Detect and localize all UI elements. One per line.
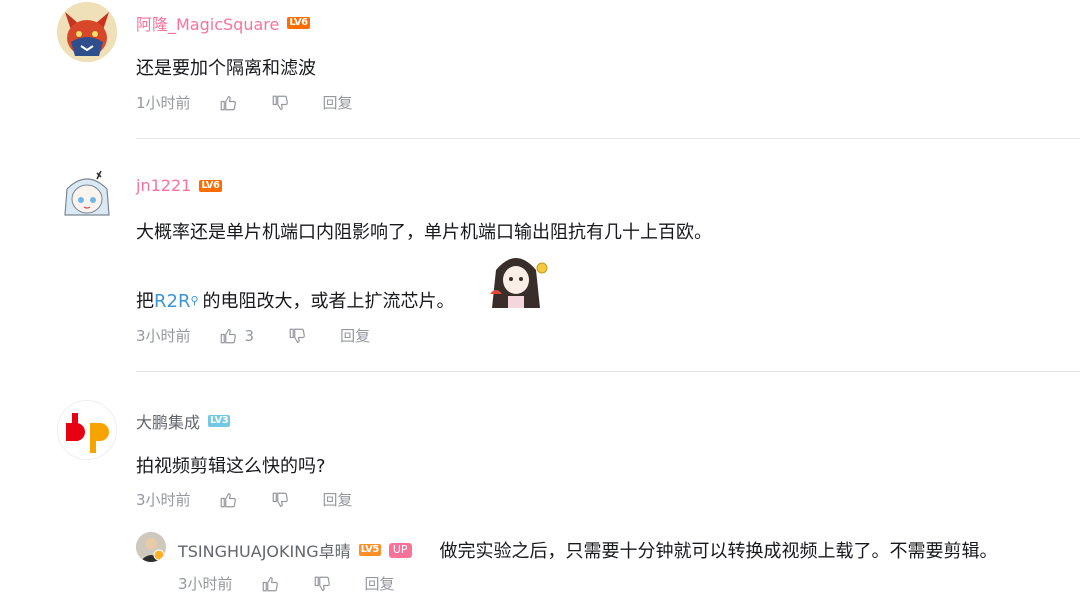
- dislike-button[interactable]: [313, 575, 331, 593]
- thumbs-down-icon: [272, 95, 288, 110]
- reply-button[interactable]: 回复: [323, 489, 353, 510]
- level-badge: LV6: [287, 17, 310, 29]
- like-button[interactable]: [219, 94, 237, 112]
- comment-text: 拍视频剪辑这么快的吗?: [136, 456, 326, 477]
- reply-button[interactable]: 回复: [365, 573, 395, 594]
- dragon-avatar-icon: [57, 2, 117, 62]
- text-prefix: 把: [136, 291, 154, 312]
- comment-time: 3小时前: [136, 491, 191, 509]
- sub-reply-username[interactable]: TSINGHUAJOKING卓晴: [178, 538, 351, 562]
- avatar[interactable]: [57, 400, 117, 460]
- reply-button[interactable]: 回复: [340, 325, 370, 346]
- search-link[interactable]: R2R: [154, 291, 190, 312]
- dp-logo-icon: [58, 401, 116, 459]
- sub-reply-text: 做完实验之后，只需要十分钟就可以转换成视频上载了。不需要剪辑。: [439, 541, 998, 562]
- reply-button[interactable]: 回复: [323, 92, 353, 113]
- thumbs-up-icon: [220, 492, 236, 507]
- like-button[interactable]: [261, 575, 279, 593]
- dislike-button[interactable]: [271, 491, 289, 509]
- girl-sticker-icon: [490, 258, 548, 308]
- username[interactable]: 大鹏集成: [136, 409, 200, 433]
- like-count: 3: [244, 326, 255, 345]
- divider: [136, 371, 1080, 372]
- text-suffix: 的电阻改大，或者上扩流芯片。: [202, 291, 455, 312]
- sticker-emote: [486, 250, 550, 314]
- up-badge: UP: [388, 542, 412, 558]
- level-badge: LV6: [199, 179, 222, 192]
- comment-time: 1小时前: [136, 94, 191, 112]
- dislike-button[interactable]: [271, 94, 289, 112]
- sub-reply-time: 3小时前: [178, 575, 233, 593]
- comment-text-line1: 大概率还是单片机端口内阻影响了，单片机端口输出阻抗有几十上百欧。: [136, 222, 712, 243]
- divider: [136, 138, 1080, 139]
- thumbs-down-icon: [289, 328, 305, 343]
- anime-avatar-icon: [57, 167, 117, 227]
- like-button[interactable]: [219, 491, 237, 509]
- level-badge: LV5: [358, 544, 381, 556]
- like-button[interactable]: 3: [219, 326, 255, 345]
- thumbs-down-icon: [314, 576, 330, 591]
- thumbs-up-icon: [262, 576, 278, 591]
- level-badge: LV3: [208, 415, 231, 427]
- avatar[interactable]: [57, 167, 117, 227]
- comment-time: 3小时前: [136, 327, 191, 345]
- sub-reply-avatar[interactable]: [136, 532, 166, 562]
- avatar[interactable]: [57, 2, 117, 62]
- comment-text: 还是要加个隔离和滤波: [136, 58, 316, 79]
- thumbs-up-icon: [220, 95, 236, 110]
- thumbs-up-icon: [220, 328, 236, 343]
- comment-text-line2: 把R2R⚲ 的电阻改大，或者上扩流芯片。: [136, 287, 455, 313]
- dislike-button[interactable]: [288, 327, 306, 345]
- person-avatar-icon: [136, 532, 166, 562]
- search-icon: ⚲: [190, 294, 199, 307]
- username[interactable]: jn1221: [136, 176, 191, 195]
- thumbs-down-icon: [272, 492, 288, 507]
- username[interactable]: 阿隆_MagicSquare: [136, 11, 279, 35]
